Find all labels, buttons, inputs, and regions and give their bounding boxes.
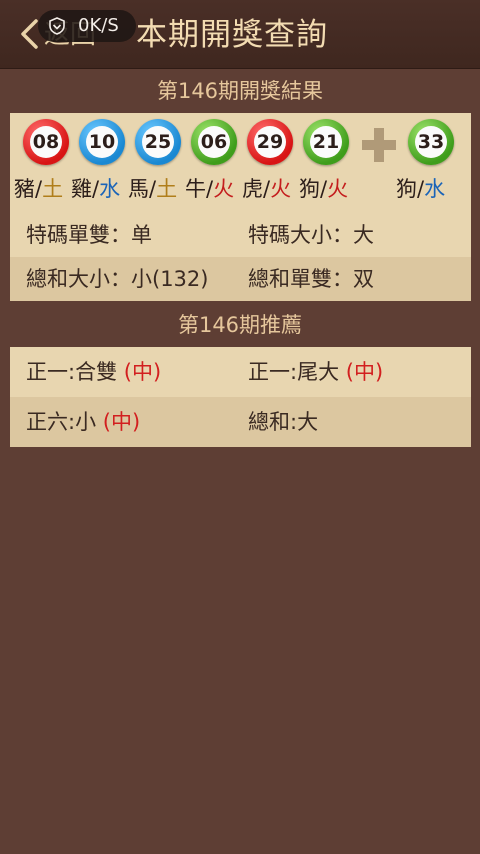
recommend-section-title: 第146期推薦 xyxy=(177,313,303,337)
ball-3-zodiac: 馬/土 xyxy=(128,177,178,201)
ball-1-number: 08 xyxy=(30,126,62,158)
ball-2: 10 xyxy=(79,119,125,165)
ball-6-zodiac: 狗/火 xyxy=(299,177,349,201)
sum-odd-even: 總和單雙：双 xyxy=(248,267,374,291)
ball-5: 29 xyxy=(247,119,293,165)
sum-big-small: 總和大小：小(132) xyxy=(26,267,209,291)
ball-2-zodiac: 雞/水 xyxy=(71,177,121,201)
header-bar: 返回 0K/S 本期開獎查詢 xyxy=(0,0,480,69)
plus-icon xyxy=(362,128,396,162)
ball-4: 06 xyxy=(191,119,237,165)
ball-6: 21 xyxy=(303,119,349,165)
ball-2-number: 10 xyxy=(86,126,118,158)
page-title: 本期開獎查詢 xyxy=(136,17,328,53)
ball-6-number: 21 xyxy=(310,126,342,158)
ball-1: 08 xyxy=(23,119,69,165)
recommend-row-1: 正一:合雙 (中) 正一:尾大 (中) xyxy=(10,347,471,397)
shield-arrow-icon xyxy=(49,17,65,35)
recommend-item-4: 總和:大 xyxy=(248,410,319,434)
recommend-item-2: 正一:尾大 (中) xyxy=(248,360,384,384)
special-ball: 33 xyxy=(408,119,454,165)
recommend-item-3: 正六:小 (中) xyxy=(26,410,141,434)
recommend-row-2: 正六:小 (中) 總和:大 xyxy=(10,397,471,447)
special-big-small: 特碼大小：大 xyxy=(248,223,374,247)
result-section-title: 第146期開獎結果 xyxy=(156,79,324,103)
special-ball-zodiac: 狗/水 xyxy=(396,177,446,201)
ball-3-number: 25 xyxy=(142,126,174,158)
recommend-item-1: 正一:合雙 (中) xyxy=(26,360,162,384)
ball-1-zodiac: 豬/土 xyxy=(14,177,64,201)
network-speed-overlay: 0K/S xyxy=(38,10,136,42)
stats-row-1: 特碼單雙：单 特碼大小：大 xyxy=(10,213,471,257)
ball-3: 25 xyxy=(135,119,181,165)
ball-5-number: 29 xyxy=(254,126,286,158)
ball-4-zodiac: 牛/火 xyxy=(185,177,235,201)
special-odd-even: 特碼單雙：单 xyxy=(26,223,152,247)
special-ball-number: 33 xyxy=(415,126,447,158)
stats-row-2: 總和大小：小(132) 總和單雙：双 xyxy=(10,257,471,301)
network-speed-text: 0K/S xyxy=(78,15,119,36)
ball-4-number: 06 xyxy=(198,126,230,158)
ball-5-zodiac: 虎/火 xyxy=(242,177,292,201)
